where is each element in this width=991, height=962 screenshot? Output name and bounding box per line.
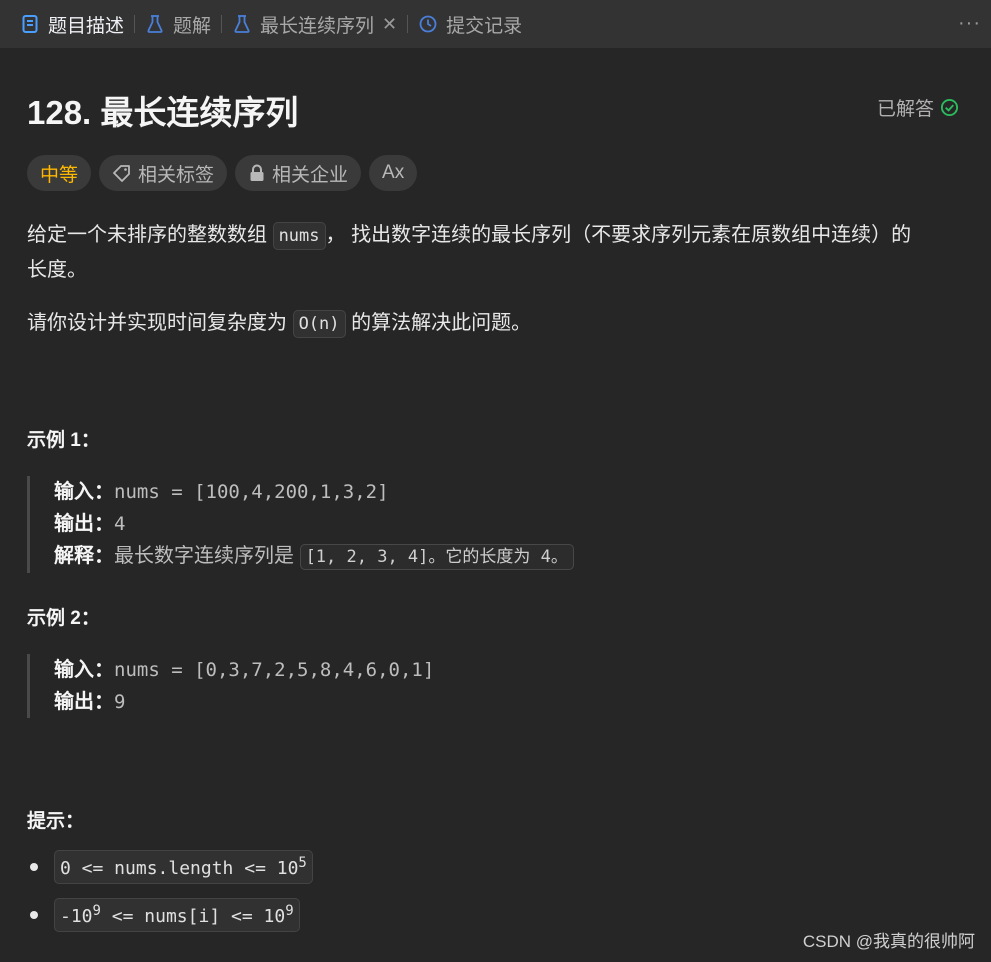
inline-code: O(n) <box>292 310 346 338</box>
example-1-explanation: 解释：最长数字连续序列是 [1, 2, 3, 4]。它的长度为 4。 <box>54 540 574 573</box>
tab-solutions-label: 题解 <box>173 15 212 37</box>
tag-row: 中等 相关标签 相关企业 Ax <box>27 155 418 191</box>
difficulty-badge: 中等 <box>27 155 92 191</box>
hint-text: <= nums[i] <= 10 <box>100 906 286 927</box>
difficulty-label: 中等 <box>40 164 79 186</box>
hint-code: -109 <= nums[i] <= 109 <box>54 898 300 932</box>
hints-heading: 提示： <box>27 811 85 832</box>
hint-text: 0 <= nums.length <= 10 <box>60 858 299 879</box>
output-label: 输出： <box>54 513 114 535</box>
solved-status: 已解答 <box>877 94 959 121</box>
hint-code: 0 <= nums.length <= 105 <box>54 850 313 884</box>
list-item: 0 <= nums.length <= 105 <box>27 850 313 884</box>
output-label: 输出： <box>54 691 114 713</box>
flask-icon <box>145 14 165 34</box>
bullet-icon <box>30 863 38 871</box>
close-icon[interactable]: ✕ <box>382 14 397 35</box>
more-options-icon[interactable]: ··· <box>958 12 981 35</box>
document-icon <box>20 14 40 34</box>
input-label: 输入： <box>54 659 114 681</box>
history-icon <box>418 14 438 34</box>
related-companies-button[interactable]: 相关企业 <box>235 155 362 191</box>
explanation-label: 解释： <box>54 545 114 567</box>
tab-description-label: 题目描述 <box>48 15 125 37</box>
tab-description[interactable]: 题目描述 <box>10 0 134 48</box>
inline-code: nums <box>272 222 326 250</box>
tab-submissions-label: 提交记录 <box>446 15 523 37</box>
description-text: 的算法解决此问题。 <box>345 312 532 334</box>
description-paragraph-1: 给定一个未排序的整数数组 nums， 找出数字连续的最长序列（不要求序列元素在原… <box>27 218 911 287</box>
description-text: ， 找出数字连续的最长序列（不要求序列元素在原数组中连续）的 <box>325 224 912 246</box>
tab-solutions[interactable]: 题解 <box>135 0 221 48</box>
tab-submissions[interactable]: 提交记录 <box>408 0 532 48</box>
example-2-input: 输入：nums = [0,3,7,2,5,8,4,6,0,1] <box>54 654 434 686</box>
solved-status-label: 已解答 <box>876 99 934 120</box>
flask-icon <box>232 14 252 34</box>
description-text: 长度。 <box>27 259 87 281</box>
related-tags-label: 相关标签 <box>138 164 215 186</box>
tab-solution-detail[interactable]: 最长连续序列 ✕ <box>222 0 407 48</box>
hints-list: 0 <= nums.length <= 105 -109 <= nums[i] … <box>27 850 313 946</box>
output-value: 4 <box>114 513 126 535</box>
description-paragraph-2: 请你设计并实现时间复杂度为 O(n) 的算法解决此问题。 <box>27 306 531 341</box>
hint-sup: 9 <box>92 903 101 919</box>
lock-icon <box>250 164 264 181</box>
example-2-block: 输入：nums = [0,3,7,2,5,8,4,6,0,1] 输出：9 <box>27 654 434 718</box>
input-value: nums = [0,3,7,2,5,8,4,6,0,1] <box>114 659 435 681</box>
related-companies-label: 相关企业 <box>272 164 349 186</box>
tab-solution-detail-label: 最长连续序列 <box>260 15 375 37</box>
example-1-output: 输出：4 <box>54 508 574 540</box>
description-text: 请你设计并实现时间复杂度为 <box>27 312 293 334</box>
tag-icon <box>113 165 130 182</box>
input-value: nums = [100,4,200,1,3,2] <box>114 481 389 503</box>
list-item: -109 <= nums[i] <= 109 <box>27 898 313 932</box>
translate-button[interactable]: Ax <box>369 155 418 191</box>
input-label: 输入： <box>54 481 114 503</box>
output-value: 9 <box>114 691 126 713</box>
example-1-input: 输入：nums = [100,4,200,1,3,2] <box>54 476 574 508</box>
example-2-heading: 示例 2： <box>27 608 100 629</box>
hint-sup: 5 <box>298 855 307 871</box>
example-2-output: 输出：9 <box>54 686 434 718</box>
example-1-heading: 示例 1： <box>27 430 100 451</box>
description-text: 给定一个未排序的整数数组 <box>27 224 273 246</box>
bullet-icon <box>30 911 38 919</box>
explanation-code: [1, 2, 3, 4]。它的长度为 4。 <box>299 544 574 570</box>
example-1-block: 输入：nums = [100,4,200,1,3,2] 输出：4 解释：最长数字… <box>27 476 574 573</box>
related-tags-button[interactable]: 相关标签 <box>99 155 228 191</box>
hint-sup: 9 <box>285 903 294 919</box>
translate-icon: Ax <box>382 162 405 183</box>
watermark: CSDN @我真的很帅阿 <box>802 932 975 951</box>
problem-title: 128. 最长连续序列 <box>27 94 299 131</box>
hint-text: -10 <box>60 906 93 927</box>
explanation-text: 最长数字连续序列是 <box>114 545 300 567</box>
check-circle-icon <box>940 98 959 117</box>
tab-bar: 题目描述 题解 最长连续序列 ✕ 提交记录 ··· <box>0 0 991 48</box>
